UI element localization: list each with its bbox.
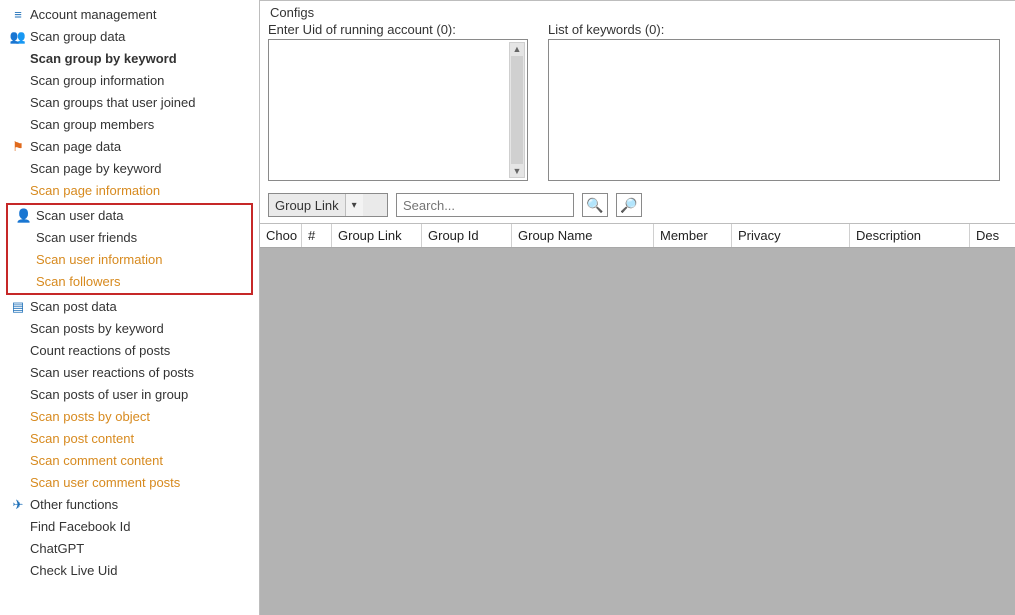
- sidebar-item-label: Scan post content: [30, 430, 134, 448]
- column-header-choose[interactable]: Choo: [260, 224, 302, 247]
- sidebar-item-sub[interactable]: Scan group information: [0, 70, 259, 92]
- sidebar-item-label: Scan posts of user in group: [30, 386, 188, 404]
- scroll-thumb[interactable]: [511, 56, 523, 164]
- sidebar-item-label: Scan comment content: [30, 452, 163, 470]
- uid-label: Enter Uid of running account (0):: [268, 22, 528, 37]
- rocket-icon: ✈: [10, 497, 26, 513]
- sidebar-item-sub[interactable]: Scan group by keyword: [0, 48, 259, 70]
- sidebar-item-sub[interactable]: Scan post content: [0, 428, 259, 450]
- sidebar-item-label: Find Facebook Id: [30, 518, 130, 536]
- uid-textarea[interactable]: ▲ ▼: [268, 39, 528, 181]
- filter-combo[interactable]: Group Link ▾: [268, 193, 388, 217]
- sidebar-item-sub[interactable]: Scan page information: [0, 180, 259, 202]
- configs-group: Configs Enter Uid of running account (0)…: [260, 0, 1015, 189]
- sidebar-item-label: Scan group information: [30, 72, 164, 90]
- uid-scrollbar[interactable]: ▲ ▼: [509, 42, 525, 178]
- results-table: Choo#Group LinkGroup IdGroup NameMemberP…: [260, 223, 1015, 615]
- sidebar-item-label: Scan followers: [36, 273, 121, 291]
- sidebar-item-label: Scan user comment posts: [30, 474, 180, 492]
- sidebar: ≡Account management👥Scan group dataScan …: [0, 0, 260, 615]
- sidebar-item-sub[interactable]: Scan posts by keyword: [0, 318, 259, 340]
- sidebar-item-sub[interactable]: Scan user comment posts: [0, 472, 259, 494]
- search-toolbar: Group Link ▾ 🔍 🔎: [260, 189, 1015, 223]
- sidebar-item-sub[interactable]: ChatGPT: [0, 538, 259, 560]
- column-header-privacy[interactable]: Privacy: [732, 224, 850, 247]
- sidebar-item-root[interactable]: 👤Scan user data: [8, 205, 251, 227]
- column-header-index[interactable]: #: [302, 224, 332, 247]
- sidebar-item-sub[interactable]: Scan followers: [8, 271, 251, 293]
- search-button[interactable]: 🔍: [582, 193, 608, 217]
- sidebar-item-sub[interactable]: Find Facebook Id: [0, 516, 259, 538]
- chevron-down-icon[interactable]: ▾: [345, 194, 363, 216]
- column-header-member[interactable]: Member: [654, 224, 732, 247]
- menu-icon: ≡: [10, 7, 26, 23]
- sidebar-item-label: Count reactions of posts: [30, 342, 170, 360]
- zoom-icon: 🔎: [620, 197, 637, 214]
- main-panel: Configs Enter Uid of running account (0)…: [260, 0, 1015, 615]
- sidebar-item-sub[interactable]: Scan page by keyword: [0, 158, 259, 180]
- sidebar-item-sub[interactable]: Scan comment content: [0, 450, 259, 472]
- column-header-des2[interactable]: Des: [970, 224, 1010, 247]
- sidebar-item-label: Scan group data: [30, 28, 125, 46]
- filter-combo-value: Group Link: [269, 198, 345, 213]
- sidebar-item-label: Scan page data: [30, 138, 121, 156]
- sidebar-item-root[interactable]: ≡Account management: [0, 4, 259, 26]
- search-icon: 🔍: [586, 197, 603, 214]
- table-body-empty: [260, 248, 1015, 615]
- sidebar-item-root[interactable]: ▤Scan post data: [0, 296, 259, 318]
- sidebar-item-sub[interactable]: Scan posts of user in group: [0, 384, 259, 406]
- sidebar-item-label: Other functions: [30, 496, 118, 514]
- sidebar-item-label: Scan page by keyword: [30, 160, 162, 178]
- sidebar-item-label: Scan post data: [30, 298, 117, 316]
- sidebar-item-label: Scan posts by object: [30, 408, 150, 426]
- column-header-group_link[interactable]: Group Link: [332, 224, 422, 247]
- zoom-button[interactable]: 🔎: [616, 193, 642, 217]
- sidebar-item-label: Scan page information: [30, 182, 160, 200]
- sidebar-item-label: Scan user friends: [36, 229, 137, 247]
- sidebar-item-label: Scan user data: [36, 207, 123, 225]
- scroll-up-icon[interactable]: ▲: [510, 43, 524, 55]
- sidebar-item-label: ChatGPT: [30, 540, 84, 558]
- sidebar-item-sub[interactable]: Check Live Uid: [0, 560, 259, 582]
- sidebar-item-root[interactable]: ✈Other functions: [0, 494, 259, 516]
- sidebar-item-label: Scan group by keyword: [30, 50, 177, 68]
- keywords-label: List of keywords (0):: [548, 22, 1000, 37]
- scroll-down-icon[interactable]: ▼: [510, 165, 524, 177]
- table-header-row: Choo#Group LinkGroup IdGroup NameMemberP…: [260, 224, 1015, 248]
- sidebar-item-label: Check Live Uid: [30, 562, 117, 580]
- highlighted-section: 👤Scan user data Scan user friends Scan use…: [6, 203, 253, 295]
- sidebar-item-label: Account management: [30, 6, 156, 24]
- sidebar-item-label: Scan groups that user joined: [30, 94, 196, 112]
- column-header-description[interactable]: Description: [850, 224, 970, 247]
- user-icon: 👤: [16, 208, 32, 224]
- uid-field: Enter Uid of running account (0): ▲ ▼: [268, 22, 528, 181]
- sidebar-item-sub[interactable]: Count reactions of posts: [0, 340, 259, 362]
- group-icon: 👥: [10, 29, 26, 45]
- search-input[interactable]: [396, 193, 574, 217]
- sidebar-item-sub[interactable]: Scan posts by object: [0, 406, 259, 428]
- keywords-textarea[interactable]: [548, 39, 1000, 181]
- sidebar-item-sub[interactable]: Scan groups that user joined: [0, 92, 259, 114]
- sidebar-item-label: Scan group members: [30, 116, 154, 134]
- configs-title: Configs: [268, 5, 1007, 20]
- post-icon: ▤: [10, 299, 26, 315]
- sidebar-item-sub[interactable]: Scan user reactions of posts: [0, 362, 259, 384]
- column-header-group_id[interactable]: Group Id: [422, 224, 512, 247]
- sidebar-item-label: Scan user reactions of posts: [30, 364, 194, 382]
- sidebar-item-sub[interactable]: Scan group members: [0, 114, 259, 136]
- keywords-field: List of keywords (0):: [548, 22, 1000, 181]
- column-header-group_name[interactable]: Group Name: [512, 224, 654, 247]
- sidebar-item-sub[interactable]: Scan user information: [8, 249, 251, 271]
- flag-icon: ⚑: [10, 139, 26, 155]
- sidebar-item-root[interactable]: 👥Scan group data: [0, 26, 259, 48]
- app-root: ≡Account management👥Scan group dataScan …: [0, 0, 1015, 615]
- sidebar-item-root[interactable]: ⚑Scan page data: [0, 136, 259, 158]
- sidebar-item-sub[interactable]: Scan user friends: [8, 227, 251, 249]
- sidebar-item-label: Scan user information: [36, 251, 162, 269]
- sidebar-item-label: Scan posts by keyword: [30, 320, 164, 338]
